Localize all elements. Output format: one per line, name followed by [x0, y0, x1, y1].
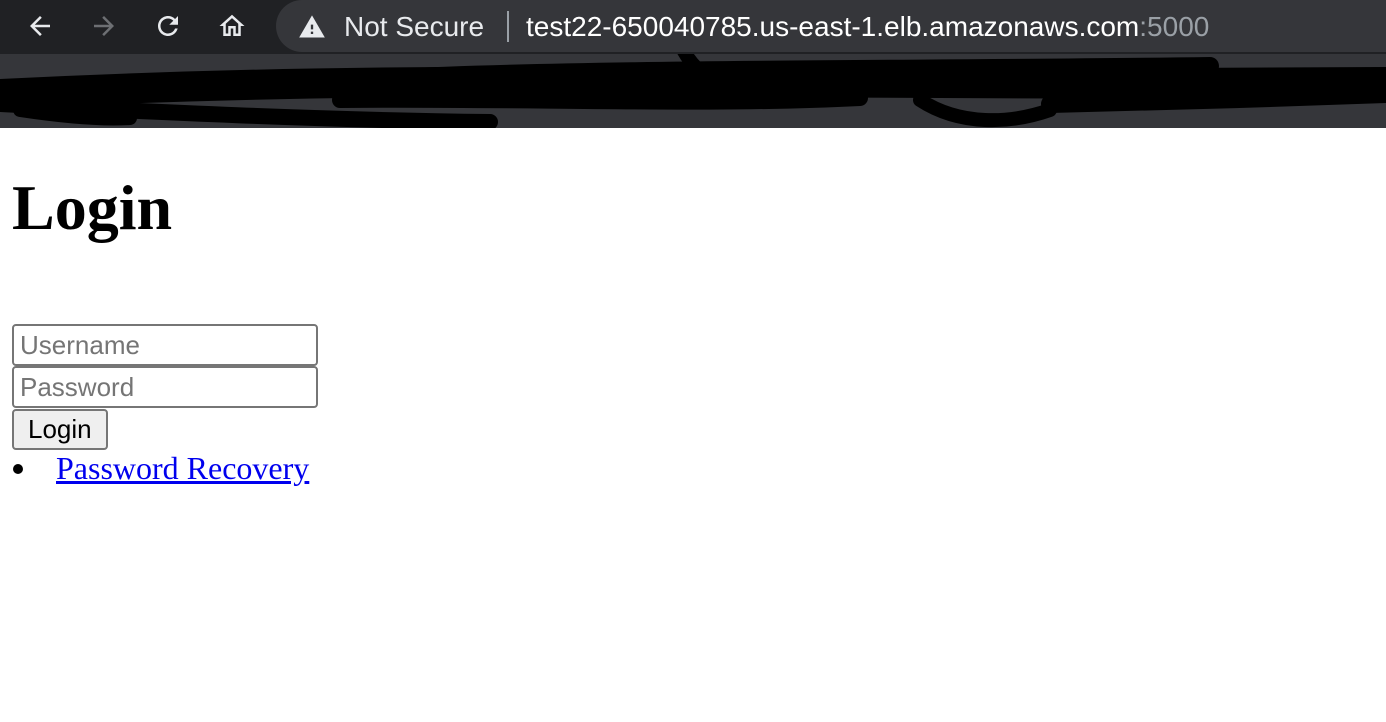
home-icon	[219, 14, 245, 36]
reload-icon	[158, 15, 178, 36]
list-bullet	[13, 464, 23, 474]
address-bar-divider	[507, 11, 509, 42]
browser-toolbar: Not Secure test22-650040785.us-east-1.el…	[0, 0, 1386, 54]
back-arrow-icon	[30, 16, 50, 36]
username-input[interactable]	[12, 324, 318, 366]
redaction-scribble	[0, 54, 1386, 128]
password-recovery-link[interactable]: Password Recovery	[56, 448, 309, 488]
url-port: :5000	[1139, 11, 1210, 42]
warning-icon[interactable]	[298, 13, 326, 41]
url-text[interactable]: test22-650040785.us-east-1.elb.amazonaws…	[526, 8, 1209, 46]
bookmarks-bar	[0, 54, 1386, 128]
back-button[interactable]	[20, 6, 60, 46]
page-title: Login	[12, 172, 173, 243]
security-status-label[interactable]: Not Secure	[344, 8, 484, 46]
password-input[interactable]	[12, 366, 318, 408]
forward-arrow-icon	[94, 16, 114, 36]
login-button[interactable]: Login	[12, 409, 108, 450]
home-button[interactable]	[212, 6, 252, 46]
forward-button[interactable]	[84, 6, 124, 46]
url-host: test22-650040785.us-east-1.elb.amazonaws…	[526, 11, 1140, 42]
reload-button[interactable]	[148, 6, 188, 46]
